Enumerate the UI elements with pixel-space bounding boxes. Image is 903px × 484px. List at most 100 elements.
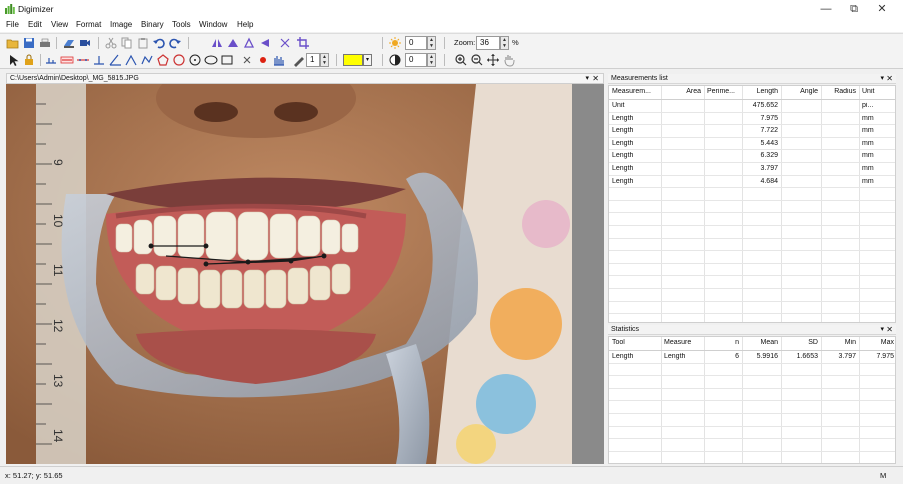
- column-header[interactable]: Measure: [664, 339, 703, 346]
- multi-length-icon[interactable]: [76, 53, 90, 67]
- table-row[interactable]: [609, 201, 895, 214]
- length-tool-icon[interactable]: [60, 53, 74, 67]
- copy-icon[interactable]: [120, 36, 134, 50]
- menu-help[interactable]: Help: [237, 20, 253, 29]
- pointer-icon[interactable]: [6, 53, 20, 67]
- zoom-out-icon[interactable]: [470, 53, 484, 67]
- table-row[interactable]: Length Length 6 5.9916 1.6653 3.797 7.975: [609, 351, 895, 364]
- polyline-icon[interactable]: [140, 53, 154, 67]
- open-folder-icon[interactable]: [6, 36, 20, 50]
- statistics-table[interactable]: Tool Measure n Mean SD Min Max Length Length 6 5.9…: [608, 336, 896, 464]
- lock-icon[interactable]: [22, 53, 36, 67]
- table-row[interactable]: Length 6.329 mm: [609, 150, 895, 163]
- menu-file[interactable]: File: [6, 20, 19, 29]
- table-row[interactable]: Length 7.975 mm: [609, 113, 895, 126]
- column-header[interactable]: Mean: [742, 339, 778, 346]
- pin-icon[interactable]: ▾: [585, 74, 589, 82]
- table-row[interactable]: Length 4.684 mm: [609, 176, 895, 189]
- paste-icon[interactable]: [136, 36, 150, 50]
- table-row[interactable]: [609, 376, 895, 389]
- table-row[interactable]: [609, 389, 895, 402]
- column-header[interactable]: Min: [821, 339, 856, 346]
- polygon-icon[interactable]: [156, 53, 170, 67]
- zoom-stepper[interactable]: ▲ ▼: [500, 36, 509, 50]
- table-row[interactable]: [609, 427, 895, 440]
- menu-binary[interactable]: Binary: [141, 20, 164, 29]
- histogram-icon[interactable]: [272, 53, 286, 67]
- column-header[interactable]: Unit: [862, 88, 895, 95]
- table-row[interactable]: [609, 276, 895, 289]
- column-header[interactable]: Length: [742, 88, 778, 95]
- table-row[interactable]: [609, 314, 895, 322]
- table-row[interactable]: [609, 439, 895, 452]
- closed-curve-icon[interactable]: [172, 53, 186, 67]
- angle-3pt-icon[interactable]: [124, 53, 138, 67]
- angle-tool-icon[interactable]: [108, 53, 122, 67]
- dental-photo-canvas[interactable]: 9 10 11 12 13 14: [6, 84, 572, 464]
- ellipse-icon[interactable]: [204, 53, 218, 67]
- minimize-button[interactable]: —: [812, 2, 840, 16]
- table-row[interactable]: [609, 226, 895, 239]
- column-header[interactable]: Measurem...: [612, 88, 660, 95]
- table-row[interactable]: [609, 414, 895, 427]
- print-icon[interactable]: [38, 36, 52, 50]
- line-width-input[interactable]: 1: [306, 53, 320, 67]
- red-dot-icon[interactable]: [256, 53, 270, 67]
- save-icon[interactable]: [22, 36, 36, 50]
- close-panel-icon[interactable]: ✕: [592, 74, 599, 83]
- menu-edit[interactable]: Edit: [28, 20, 42, 29]
- brightness-input[interactable]: 0: [405, 36, 427, 50]
- close-button[interactable]: ✕: [868, 2, 896, 16]
- rotate-right-icon[interactable]: [258, 36, 272, 50]
- table-row[interactable]: [609, 239, 895, 252]
- camera-icon[interactable]: [78, 36, 92, 50]
- table-row[interactable]: [609, 213, 895, 226]
- table-row[interactable]: [609, 289, 895, 302]
- pin-icon[interactable]: ▾: [880, 74, 884, 82]
- table-row[interactable]: Length 5.443 mm: [609, 138, 895, 151]
- undo-icon[interactable]: [152, 36, 166, 50]
- marker-tool-icon[interactable]: [44, 53, 58, 67]
- table-row[interactable]: Length 7.722 mm: [609, 125, 895, 138]
- fill-color-swatch[interactable]: [343, 54, 363, 66]
- table-row[interactable]: [609, 452, 895, 463]
- table-row[interactable]: Unit 475.652 pi...: [609, 100, 895, 113]
- pin-icon[interactable]: ▾: [880, 325, 884, 333]
- column-header[interactable]: Area: [661, 88, 701, 95]
- column-header[interactable]: SD: [781, 339, 818, 346]
- column-header[interactable]: Angle: [781, 88, 818, 95]
- table-row[interactable]: [609, 401, 895, 414]
- redo-icon[interactable]: [168, 36, 182, 50]
- circle-3pt-icon[interactable]: [188, 53, 202, 67]
- table-row[interactable]: Length 3.797 mm: [609, 163, 895, 176]
- menu-tools[interactable]: Tools: [172, 20, 191, 29]
- contrast-input[interactable]: 0: [405, 53, 427, 67]
- column-header[interactable]: Perime...: [707, 88, 741, 95]
- flip-horizontal-icon[interactable]: [210, 36, 224, 50]
- table-row[interactable]: [609, 364, 895, 377]
- fill-color-dropdown[interactable]: ▾: [363, 54, 372, 66]
- close-panel-icon[interactable]: ✕: [886, 325, 893, 334]
- menu-view[interactable]: View: [51, 20, 68, 29]
- table-row[interactable]: [609, 302, 895, 315]
- line-width-icon[interactable]: [292, 53, 306, 67]
- rotate-left-icon[interactable]: [242, 36, 256, 50]
- maximize-button[interactable]: ⧉: [840, 2, 868, 16]
- perpendicular-icon[interactable]: [92, 53, 106, 67]
- cut-icon[interactable]: [104, 36, 118, 50]
- menu-format[interactable]: Format: [76, 20, 101, 29]
- close-panel-icon[interactable]: ✕: [886, 74, 893, 83]
- move-icon[interactable]: [486, 53, 500, 67]
- column-header[interactable]: n: [704, 339, 739, 346]
- measurements-table[interactable]: Measurem... Area Perime... Length Angle Radiu…: [608, 85, 896, 323]
- zoom-in-icon[interactable]: [454, 53, 468, 67]
- table-row[interactable]: [609, 251, 895, 264]
- zoom-input[interactable]: 36: [476, 36, 500, 50]
- table-row[interactable]: [609, 264, 895, 277]
- flip-vertical-icon[interactable]: [226, 36, 240, 50]
- line-width-stepper[interactable]: ▲ ▼: [320, 53, 329, 67]
- brightness-stepper[interactable]: ▲ ▼: [427, 36, 436, 50]
- contrast-stepper[interactable]: ▲ ▼: [427, 53, 436, 67]
- column-header[interactable]: Max: [859, 339, 894, 346]
- menu-window[interactable]: Window: [199, 20, 227, 29]
